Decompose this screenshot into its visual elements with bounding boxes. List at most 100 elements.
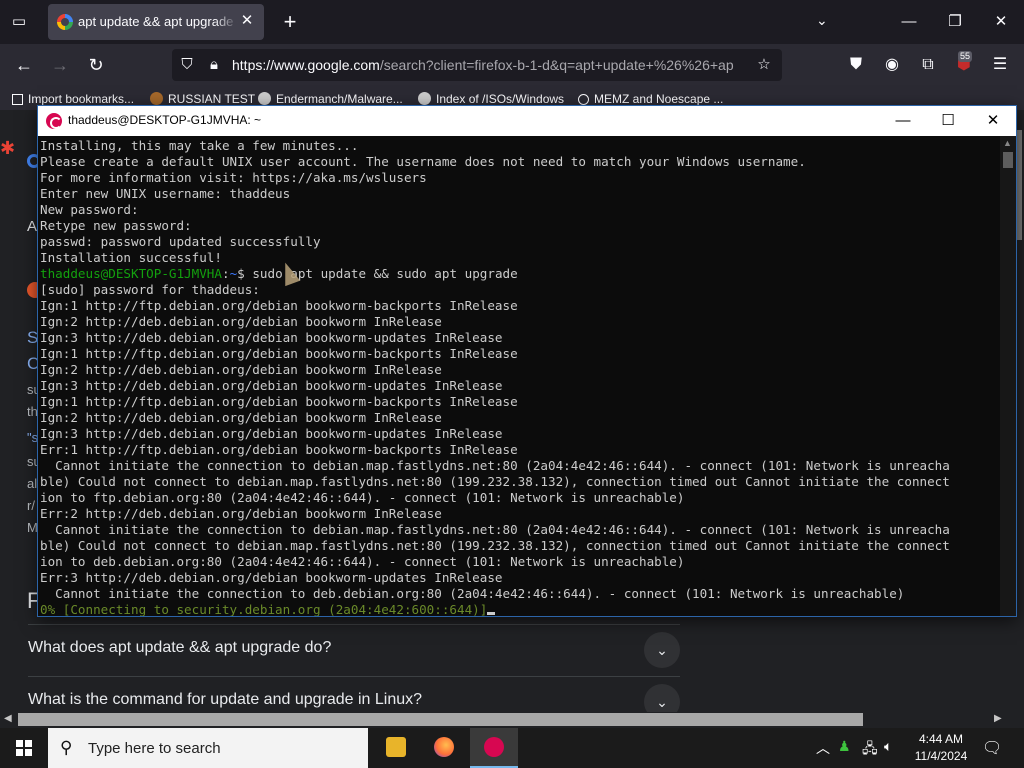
terminal-minimize-button[interactable]: — xyxy=(883,109,923,133)
browser-tab-active[interactable]: apt update && apt upgrade - G ✕ xyxy=(48,4,264,40)
desktop: ▭ apt update && apt upgrade - G ✕ + ⌄ — … xyxy=(0,0,1024,768)
tab-list-icon[interactable]: ▭ xyxy=(8,11,30,33)
page-fragment: A xyxy=(27,218,38,235)
terminal-line: Installation successful! xyxy=(40,250,222,265)
show-hidden-icons-chevron-icon[interactable]: ︿ xyxy=(816,738,830,758)
bookmark-favicon-icon xyxy=(150,92,163,105)
import-icon xyxy=(12,94,23,105)
lock-icon[interactable]: 🔒︎ xyxy=(204,55,224,75)
google-favicon-icon xyxy=(258,92,271,105)
terminal-line: passwd: password updated successfully xyxy=(40,234,321,249)
tracking-shield-icon[interactable]: ⛉ xyxy=(177,55,197,75)
terminal-line: For more information visit: https://aka.… xyxy=(40,170,427,185)
scroll-left-icon[interactable]: ◀ xyxy=(4,713,12,724)
terminal-line: Ign:1 http://ftp.debian.org/debian bookw… xyxy=(40,298,518,313)
url-domain: https://www.google.com xyxy=(232,57,380,73)
terminal-progress-line: 0% [Connecting to security.debian.org (2… xyxy=(40,602,1000,616)
terminal-close-button[interactable]: ✕ xyxy=(973,109,1013,133)
terminal-window[interactable]: thaddeus@DESKTOP-G1JMVHA: ~ — ☐ ✕ Instal… xyxy=(37,105,1017,617)
debian-icon xyxy=(46,113,62,129)
terminal-line: ion to deb.debian.org:80 (2a04:4e42:46::… xyxy=(40,554,685,569)
back-arrow-icon[interactable]: ← xyxy=(12,53,36,77)
extension-badge: 55 xyxy=(958,51,973,62)
bookmark-label: MEMZ and Noescape ... xyxy=(594,92,724,106)
faq-item[interactable]: What does apt update && apt upgrade do? … xyxy=(28,624,680,676)
terminal-line: Ign:1 http://ftp.debian.org/debian bookw… xyxy=(40,394,518,409)
volume-icon[interactable]: 🔈︎ xyxy=(884,738,892,755)
terminal-line: ble) Could not connect to debian.map.fas… xyxy=(40,538,950,553)
terminal-line: Ign:3 http://deb.debian.org/debian bookw… xyxy=(40,426,503,441)
folder-icon xyxy=(386,737,406,757)
taskbar-debian[interactable] xyxy=(470,728,518,768)
bookmark-label: Import bookmarks... xyxy=(28,92,135,106)
globe-icon xyxy=(578,94,589,105)
bookmark-label: Endermanch/Malware... xyxy=(276,92,403,106)
terminal-output[interactable]: Installing, this may take a few minutes.… xyxy=(40,138,1000,616)
new-tab-button[interactable]: + xyxy=(280,10,300,34)
url-text[interactable]: https://www.google.com/search?client=fir… xyxy=(232,57,748,73)
start-button[interactable] xyxy=(0,728,48,768)
terminal-line: Retype new password: xyxy=(40,218,192,233)
bookmark-label: RUSSIAN TEST xyxy=(168,92,256,106)
user-tray-icon[interactable]: ♟ xyxy=(838,738,851,755)
star-icon: ✱ xyxy=(0,138,16,158)
google-favicon-icon xyxy=(57,14,73,30)
bookmark-star-icon[interactable]: ☆ xyxy=(754,55,774,75)
search-placeholder: Type here to search xyxy=(88,740,221,757)
terminal-line: Ign:2 http://deb.debian.org/debian bookw… xyxy=(40,314,442,329)
notifications-icon[interactable]: 🗨︎ xyxy=(982,738,1002,758)
close-window-button[interactable]: ✕ xyxy=(989,10,1013,34)
url-bar[interactable]: ⛉ 🔒︎ https://www.google.com/search?clien… xyxy=(172,49,782,81)
minimize-window-button[interactable]: — xyxy=(897,10,921,34)
debian-icon xyxy=(484,737,504,757)
page-horizontal-scrollbar[interactable]: ◀ ▶ xyxy=(0,712,1024,728)
terminal-prompt-line: thaddeus@DESKTOP-G1JMVHA:~$ sudo apt upd… xyxy=(40,266,1000,282)
faq-question: What does apt update && apt upgrade do? xyxy=(28,639,332,656)
terminal-line: Cannot initiate the connection to debian… xyxy=(40,522,950,537)
reload-icon[interactable]: ↻ xyxy=(84,53,108,77)
terminal-line: Installing, this may take a few minutes.… xyxy=(40,138,359,153)
forward-arrow-icon[interactable]: → xyxy=(48,53,72,77)
terminal-line: Ign:2 http://deb.debian.org/debian bookw… xyxy=(40,410,442,425)
terminal-line: Err:1 http://ftp.debian.org/debian bookw… xyxy=(40,442,518,457)
network-icon[interactable]: 🖧︎ xyxy=(862,738,878,762)
terminal-line: Ign:3 http://deb.debian.org/debian bookw… xyxy=(40,330,503,345)
scroll-right-icon[interactable]: ▶ xyxy=(994,713,1002,724)
terminal-line: Ign:1 http://ftp.debian.org/debian bookw… xyxy=(40,346,518,361)
terminal-line: [sudo] password for thaddeus: xyxy=(40,282,260,297)
taskbar: ⚲ Type here to search ︿ ♟ 🖧︎ 🔈︎ 4:44 AM … xyxy=(0,728,1024,768)
terminal-line: Cannot initiate the connection to debian… xyxy=(40,458,950,473)
terminal-line: Ign:2 http://deb.debian.org/debian bookw… xyxy=(40,362,442,377)
chevron-down-icon[interactable]: ⌄ xyxy=(644,632,680,668)
clock-time: 4:44 AM xyxy=(918,732,964,746)
terminal-line: Err:2 http://deb.debian.org/debian bookw… xyxy=(40,506,442,521)
terminal-scrollbar[interactable]: ▲ xyxy=(1000,136,1016,616)
scrollbar-thumb[interactable] xyxy=(18,713,863,726)
terminal-titlebar[interactable]: thaddeus@DESKTOP-G1JMVHA: ~ — ☐ ✕ xyxy=(38,106,1016,136)
extensions-puzzle-icon[interactable]: ⧉ xyxy=(916,53,940,77)
taskbar-clock[interactable]: 4:44 AM 11/4/2024 xyxy=(906,731,976,765)
app-menu-hamburger-icon[interactable]: ☰ xyxy=(988,53,1012,77)
scrollbar-thumb[interactable] xyxy=(1003,152,1013,168)
page-fragment: al xyxy=(27,476,38,491)
tab-close-icon[interactable]: ✕ xyxy=(238,12,256,30)
terminal-command-output: [sudo] password for thaddeus: Ign:1 http:… xyxy=(40,282,1000,602)
taskbar-search-box[interactable]: ⚲ Type here to search xyxy=(48,728,368,768)
terminal-cursor xyxy=(487,612,496,615)
pocket-icon[interactable]: ⛊ xyxy=(844,53,868,77)
taskbar-firefox[interactable] xyxy=(420,728,468,768)
progress-text: 0% [Connecting to security.debian.org (2… xyxy=(40,602,488,616)
terminal-maximize-button[interactable]: ☐ xyxy=(928,109,968,133)
taskbar-file-explorer[interactable] xyxy=(372,728,420,768)
terminal-line: Enter new UNIX username: thaddeus xyxy=(40,186,291,201)
scroll-up-icon[interactable]: ▲ xyxy=(1003,138,1012,148)
account-icon[interactable]: ◉ xyxy=(880,53,904,77)
terminal-line: ble) Could not connect to debian.map.fas… xyxy=(40,474,950,489)
restore-window-button[interactable]: ❐ xyxy=(943,10,967,34)
url-path: /search?client=firefox-b-1-d&q=apt+updat… xyxy=(379,57,734,73)
prompt-separator: : xyxy=(221,266,230,281)
list-all-tabs-chevron-icon[interactable]: ⌄ xyxy=(816,12,828,29)
browser-navbar: ← → ↻ ⛉ 🔒︎ https://www.google.com/search… xyxy=(0,44,1024,86)
tab-title: apt update && apt upgrade - G xyxy=(78,14,238,29)
clock-date: 11/4/2024 xyxy=(914,749,968,763)
